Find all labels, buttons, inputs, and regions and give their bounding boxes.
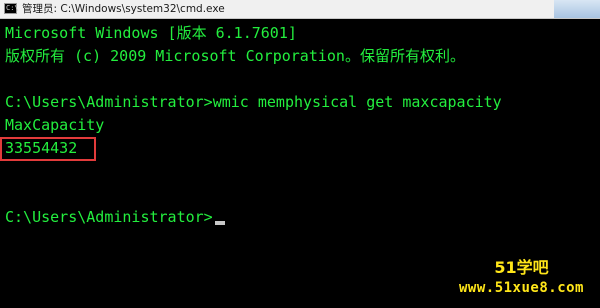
window-title: 管理员: C:\Windows\system32\cmd.exe <box>22 3 225 15</box>
console-prompt: C:\Users\Administrator> <box>5 208 213 226</box>
console-command-line: C:\Users\Administrator>wmic memphysical … <box>5 93 502 111</box>
console-copyright-line: 版权所有 (c) 2009 Microsoft Corporation。保留所有… <box>5 47 465 65</box>
title-bar[interactable]: C:\ 管理员: C:\Windows\system32\cmd.exe <box>0 0 600 19</box>
watermark-brand: 51学吧 <box>494 258 549 277</box>
console-version-line: Microsoft Windows [版本 6.1.7601] <box>5 24 297 42</box>
value-highlight-box <box>0 137 96 161</box>
cmd-window: C:\ 管理员: C:\Windows\system32\cmd.exe Mic… <box>0 0 600 308</box>
console-output-header: MaxCapacity <box>5 116 105 134</box>
text-cursor <box>214 221 225 225</box>
cmd-console-icon[interactable]: C:\ <box>4 3 19 14</box>
window-controls[interactable] <box>554 0 600 18</box>
console-prompt-line[interactable]: C:\Users\Administrator> <box>5 206 225 228</box>
watermark: 51学吧 www.51xue8.com <box>459 258 584 298</box>
watermark-url: www.51xue8.com <box>458 280 584 296</box>
